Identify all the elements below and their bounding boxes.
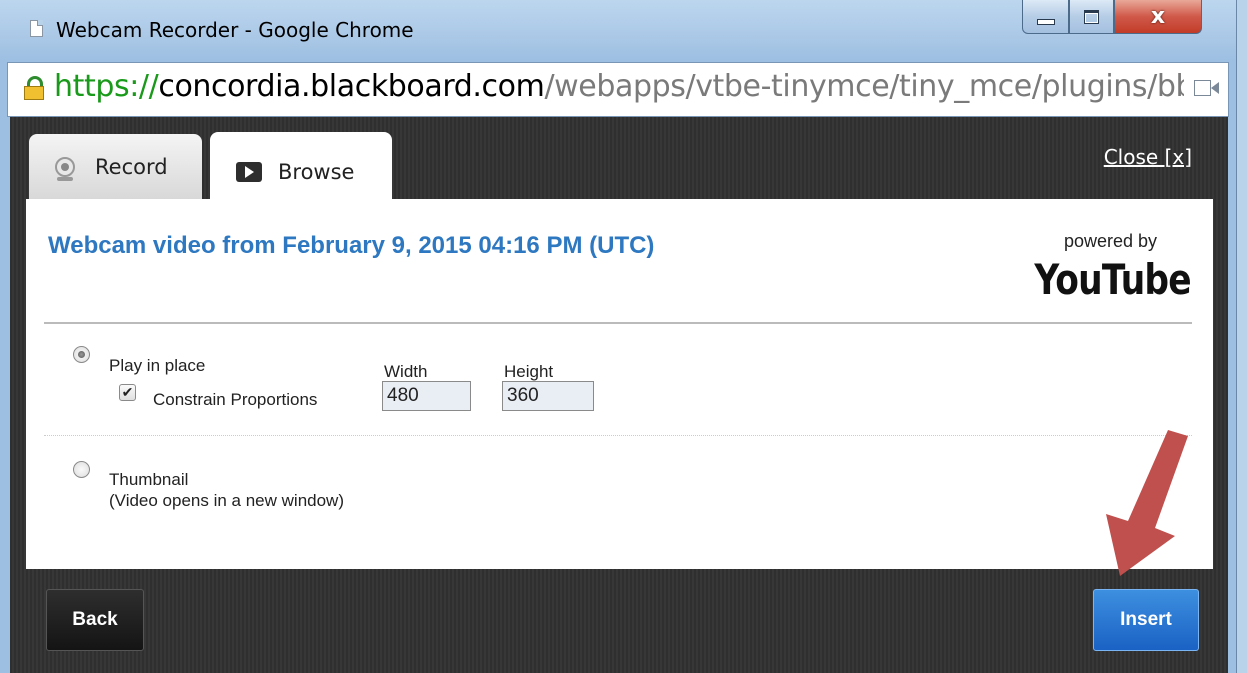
lock-icon [24, 76, 44, 100]
width-input[interactable] [382, 381, 471, 411]
camera-icon[interactable] [1194, 78, 1220, 98]
tab-record[interactable]: Record [29, 134, 202, 200]
back-button[interactable]: Back [46, 589, 144, 651]
maximize-icon [1084, 9, 1099, 24]
youtube-logo: YouTube [1034, 255, 1192, 304]
video-title: Webcam video from February 9, 2015 04:16… [48, 232, 655, 259]
maximize-button[interactable] [1069, 0, 1114, 34]
url-scheme: https:// [54, 69, 159, 104]
play-in-place-label: Play in place [109, 356, 206, 375]
close-link[interactable]: Close [x] [1104, 145, 1192, 169]
thumbnail-label: Thumbnail [109, 470, 189, 489]
tab-record-label: Record [95, 155, 168, 179]
webcam-icon [55, 157, 75, 181]
window-title: Webcam Recorder - Google Chrome [56, 18, 414, 42]
height-input[interactable] [502, 381, 594, 411]
browse-panel: Webcam video from February 9, 2015 04:16… [26, 199, 1213, 569]
thumbnail-note: (Video opens in a new window) [109, 491, 344, 510]
constrain-proportions-label: Constrain Proportions [153, 390, 318, 409]
close-icon: x [1150, 4, 1166, 29]
minimize-button[interactable] [1022, 0, 1069, 34]
browser-window: Webcam Recorder - Google Chrome x https:… [0, 0, 1237, 673]
window-close-button[interactable]: x [1114, 0, 1202, 34]
page-icon [30, 20, 43, 37]
insert-button[interactable]: Insert [1093, 589, 1199, 651]
divider-dotted [44, 435, 1192, 436]
width-label: Width [384, 362, 428, 381]
annotation-arrow-shape [1106, 430, 1188, 576]
annotation-arrow-icon [1106, 430, 1188, 576]
thumbnail-radio[interactable] [73, 461, 90, 478]
tab-browse-label: Browse [278, 160, 355, 184]
recorder-dialog: Record Browse Close [x] Webcam video fro… [10, 117, 1228, 673]
divider [44, 322, 1192, 324]
url-path: /webapps/vtbe-tinymce/tiny_mce/plugins/b… [544, 69, 1184, 104]
minimize-icon [1036, 18, 1055, 25]
constrain-proportions-checkbox[interactable]: ✔ [119, 384, 136, 401]
url-host: concordia.blackboard.com [158, 69, 545, 104]
powered-by-text: powered by [1063, 231, 1157, 251]
play-in-place-radio[interactable] [73, 346, 90, 363]
play-icon [236, 162, 262, 182]
height-label: Height [504, 362, 554, 381]
dialog-footer: Back Insert [26, 569, 1213, 673]
title-bar: Webcam Recorder - Google Chrome x [0, 0, 1236, 62]
url-text: https://concordia.blackboard.com/webapps… [54, 69, 1184, 104]
address-bar[interactable]: https://concordia.blackboard.com/webapps… [7, 62, 1229, 117]
